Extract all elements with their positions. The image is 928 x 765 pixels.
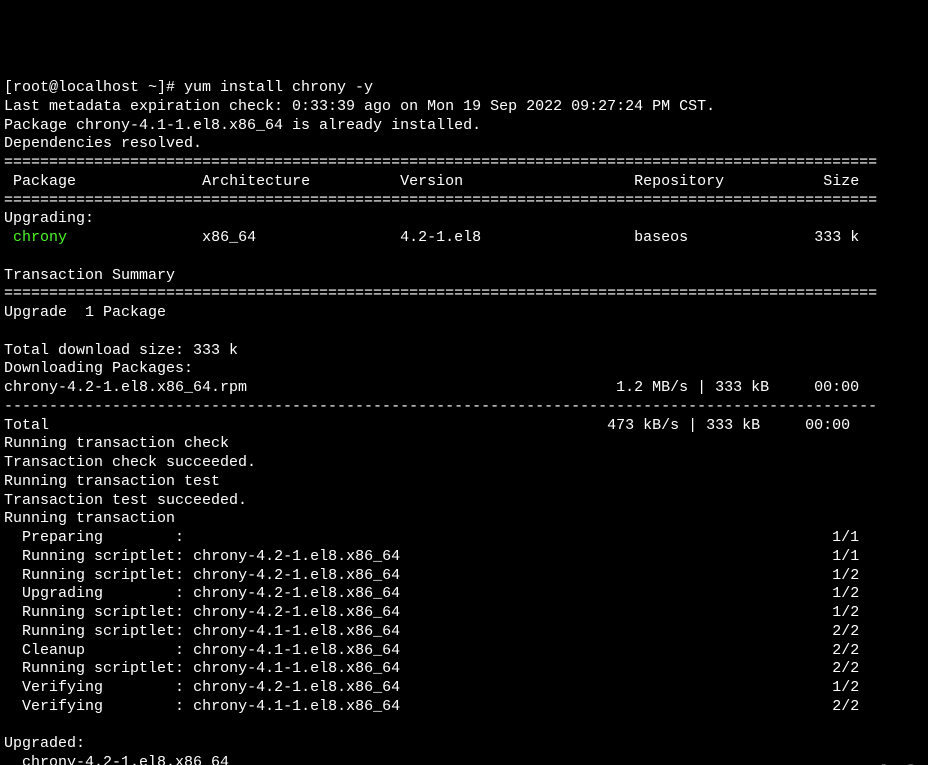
check-line: Transaction check succeeded. [4,454,256,471]
divider-double: ========================================… [4,285,877,302]
step-label: Running scriptlet: [22,567,184,584]
step-pkg: chrony-4.2-1.el8.x86_64 [193,567,400,584]
rpm-size: 333 kB [715,379,769,396]
pkg-size: 333 k [814,229,859,246]
step-count: 2/2 [832,698,859,715]
step-count: 1/2 [832,567,859,584]
step-count: 1/2 [832,585,859,602]
total-speed: 473 kB/s [607,417,679,434]
step-count: 2/2 [832,642,859,659]
step-label: Running scriptlet: [22,604,184,621]
check-line: Running transaction test [4,473,220,490]
pkg-name: chrony [13,229,67,246]
upgraded-pkg: chrony-4.2-1.el8.x86_64 [22,754,229,765]
divider-dash: ----------------------------------------… [4,398,877,415]
rpm-file: chrony-4.2-1.el8.x86_64.rpm [4,379,247,396]
download-size: Total download size: 333 k [4,342,238,359]
col-repo: Repository [634,173,724,190]
step-count: 1/2 [832,604,859,621]
downloading-label: Downloading Packages: [4,360,193,377]
step-count: 2/2 [832,623,859,640]
upgrading-label: Upgrading: [4,210,94,227]
step-pkg: chrony-4.2-1.el8.x86_64 [193,548,400,565]
step-label: Upgrading : [22,585,184,602]
col-size: Size [823,173,859,190]
deps-resolved-line: Dependencies resolved. [4,135,202,152]
metadata-check-line: Last metadata expiration check: 0:33:39 … [4,98,715,115]
step-pkg: chrony-4.2-1.el8.x86_64 [193,585,400,602]
step-count: 1/2 [832,679,859,696]
step-label: Verifying : [22,698,184,715]
check-line: Transaction test succeeded. [4,492,247,509]
prompt: [root@localhost ~]# [4,79,184,96]
step-label: Preparing : [22,529,184,546]
transaction-summary: Transaction Summary [4,267,175,284]
pkg-arch: x86_64 [202,229,256,246]
rpm-time: 00:00 [814,379,859,396]
step-count: 1/1 [832,548,859,565]
step-label: Running scriptlet: [22,660,184,677]
command-typed: yum install chrony -y [184,79,373,96]
pkg-repo: baseos [634,229,688,246]
total-time: 00:00 [805,417,850,434]
step-label: Running scriptlet: [22,548,184,565]
upgraded-label: Upgraded: [4,735,85,752]
upgrade-count: Upgrade 1 Package [4,304,166,321]
divider-double: ========================================… [4,192,877,209]
step-pkg: chrony-4.2-1.el8.x86_64 [193,604,400,621]
step-label: Cleanup : [22,642,184,659]
total-size: 333 kB [706,417,760,434]
pkg-version: 4.2-1.el8 [400,229,481,246]
step-pkg: chrony-4.1-1.el8.x86_64 [193,642,400,659]
step-pkg: chrony-4.1-1.el8.x86_64 [193,698,400,715]
divider-double: ========================================… [4,154,877,171]
terminal-output: [root@localhost ~]# yum install chrony -… [0,75,928,765]
col-version: Version [400,173,463,190]
total-label: Total [4,417,49,434]
step-pkg: chrony-4.2-1.el8.x86_64 [193,679,400,696]
step-pkg: chrony-4.1-1.el8.x86_64 [193,660,400,677]
step-label: Running scriptlet: [22,623,184,640]
step-pkg: chrony-4.1-1.el8.x86_64 [193,623,400,640]
check-line: Running transaction [4,510,175,527]
already-installed-line: Package chrony-4.1-1.el8.x86_64 is alrea… [4,117,481,134]
col-arch: Architecture [202,173,310,190]
step-count: 2/2 [832,660,859,677]
rpm-speed: 1.2 MB/s [616,379,688,396]
step-count: 1/1 [832,529,859,546]
step-label: Verifying : [22,679,184,696]
watermark-logo: 开发者 DEVZE.COM [794,751,922,765]
col-package: Package [13,173,76,190]
check-line: Running transaction check [4,435,229,452]
